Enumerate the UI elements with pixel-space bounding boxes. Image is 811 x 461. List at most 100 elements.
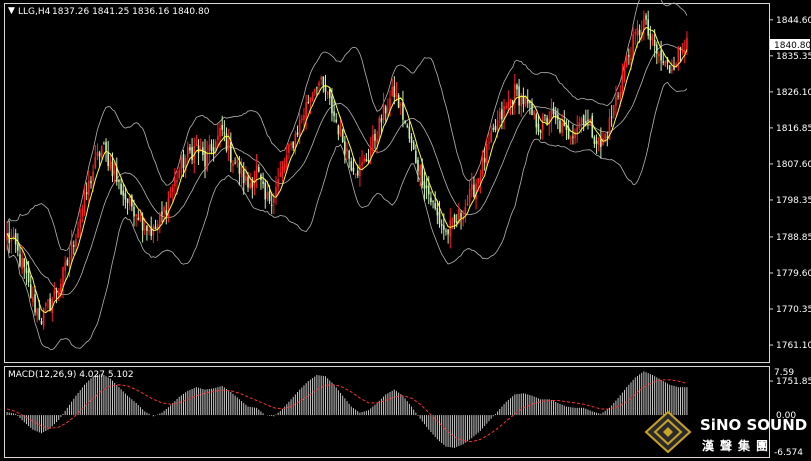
candle-body xyxy=(40,321,43,324)
candle-body xyxy=(283,164,286,171)
candle-body xyxy=(27,270,30,283)
candle-body xyxy=(679,47,682,50)
y-tick-label: 1788.85 xyxy=(776,233,811,243)
candle-body xyxy=(404,120,406,123)
candle-body xyxy=(245,175,247,182)
candle-body xyxy=(55,290,58,294)
candle-body xyxy=(182,154,185,169)
candle-body xyxy=(307,101,310,103)
candle-body xyxy=(45,303,47,306)
candle-body xyxy=(612,105,615,116)
y-tick-label: 1779.60 xyxy=(776,269,811,279)
candle-body xyxy=(501,109,503,120)
candle-body xyxy=(645,15,647,20)
candle-body xyxy=(290,143,292,146)
candle-body xyxy=(21,258,23,269)
candle-body xyxy=(165,210,168,215)
candle-body xyxy=(477,178,480,184)
candle-body xyxy=(92,171,94,181)
candle-body xyxy=(668,65,671,74)
candle-body xyxy=(380,118,383,123)
candle-body xyxy=(481,156,484,174)
candle-body xyxy=(322,76,325,86)
candle-body xyxy=(651,36,654,41)
candle-body xyxy=(600,139,602,147)
candle-body xyxy=(221,124,224,130)
candle-body xyxy=(105,141,107,151)
candle-body xyxy=(100,146,103,159)
candle-body xyxy=(473,184,475,197)
candle-body xyxy=(447,229,449,235)
candle-body xyxy=(122,190,125,196)
candle-body xyxy=(72,245,75,247)
candle-body xyxy=(191,147,193,161)
y-tick-label: 1798.35 xyxy=(776,196,811,206)
candle-body xyxy=(227,140,230,150)
candle-body xyxy=(524,97,527,107)
candle-body xyxy=(10,239,13,242)
candle-body xyxy=(569,137,572,140)
candle-body xyxy=(595,140,598,144)
candle-body xyxy=(544,115,546,117)
candle-body xyxy=(303,115,305,121)
candle-body xyxy=(552,107,555,115)
candle-body xyxy=(32,296,34,302)
macd-axis-top: 7.59 xyxy=(774,368,794,378)
diamond-logo-icon xyxy=(644,410,692,454)
candle-body xyxy=(445,230,447,232)
price-axis[interactable]: 1844.60 1835.35 1826.10 1816.85 1807.60 1798.… xyxy=(769,16,811,387)
candle-body xyxy=(496,120,499,131)
candle-body xyxy=(23,258,26,268)
candle-body xyxy=(468,188,471,203)
candle-body xyxy=(384,106,387,114)
candle-body xyxy=(660,50,662,61)
candle-body xyxy=(419,164,421,176)
candle-body xyxy=(653,39,656,47)
candle-body xyxy=(161,211,163,215)
candle-body xyxy=(75,239,77,247)
candle-body xyxy=(460,212,462,218)
candle-body xyxy=(541,116,544,130)
candle-body xyxy=(301,118,303,121)
candle-body xyxy=(257,167,260,172)
candle-body xyxy=(354,173,357,175)
candle-body xyxy=(507,101,510,107)
candle-body xyxy=(395,93,398,98)
candle-body xyxy=(19,254,21,267)
candle-body xyxy=(533,110,535,115)
ohlc-readout: 1837.26 1841.25 1836.16 1840.80 xyxy=(52,7,210,17)
candle-body xyxy=(425,185,428,188)
candle-body xyxy=(449,220,452,237)
candle-body xyxy=(266,192,269,199)
candle-body xyxy=(171,187,174,192)
candle-body xyxy=(47,299,49,301)
candle-body xyxy=(470,184,473,190)
candle-body xyxy=(103,143,105,145)
candle-body xyxy=(451,218,454,220)
candle-body xyxy=(242,170,245,184)
candle-body xyxy=(427,185,430,195)
candle-body xyxy=(658,53,660,57)
candle-body xyxy=(498,111,501,120)
candle-body xyxy=(356,170,359,176)
candle-body xyxy=(318,82,320,86)
candle-body xyxy=(617,95,619,97)
candle-body xyxy=(494,126,497,130)
candle-body xyxy=(111,161,114,177)
candle-body xyxy=(206,152,208,171)
candle-body xyxy=(339,125,342,137)
candle-body xyxy=(361,162,363,166)
candle-body xyxy=(417,159,419,172)
brand-name-en: SiNO SOUND xyxy=(700,416,807,434)
candle-body xyxy=(176,180,178,183)
candle-body xyxy=(348,150,350,159)
candle-body xyxy=(90,180,92,184)
candle-body xyxy=(236,160,239,164)
candle-body xyxy=(139,213,142,222)
dropdown-arrow-icon[interactable]: ▼ xyxy=(8,6,15,16)
y-tick-label: 1770.35 xyxy=(776,305,811,315)
candle-body xyxy=(34,294,36,313)
y-tick-label: 1807.60 xyxy=(776,160,811,170)
candle-body xyxy=(372,134,374,151)
candle-body xyxy=(591,115,594,138)
